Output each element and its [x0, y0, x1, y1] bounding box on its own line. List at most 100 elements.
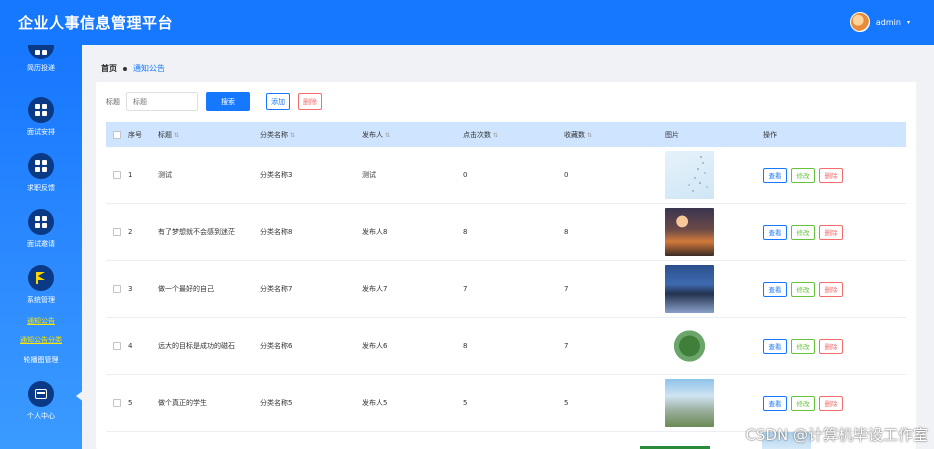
header-category[interactable]: 分类名称 ⇅	[260, 130, 362, 140]
user-menu[interactable]: admin ▾	[849, 12, 910, 32]
header-favorites[interactable]: 收藏数 ⇅	[564, 130, 665, 140]
header-title[interactable]: 标题 ⇅	[158, 130, 260, 140]
cell-clicks: 7	[463, 285, 468, 293]
view-button[interactable]: 查看	[763, 167, 787, 183]
sort-icon: ⇅	[587, 131, 593, 139]
search-input[interactable]	[126, 92, 198, 111]
cell-category: 分类名称7	[260, 285, 293, 293]
flag-icon	[28, 265, 54, 291]
sidebar-item-label: 系统管理	[27, 296, 55, 304]
delete-button[interactable]: 删除	[819, 338, 843, 354]
header-image: 图片	[665, 130, 679, 139]
sidebar-item-label: 简历投递	[27, 64, 55, 72]
row-checkbox[interactable]	[113, 399, 121, 407]
breadcrumb: 首页 通知公告	[101, 63, 165, 74]
search-toolbar: 标题 搜索 添加 删除	[106, 92, 322, 111]
submenu-item-notice-category[interactable]: 通知公告分类	[0, 335, 82, 345]
add-button[interactable]: 添加	[266, 93, 290, 110]
cell-title: 有了梦想就不会感到迷茫	[158, 228, 235, 236]
view-button[interactable]: 查看	[763, 224, 787, 240]
sidebar-item-interview-schedule[interactable]: 面试安排	[0, 97, 82, 137]
app-title: 企业人事信息管理平台	[18, 14, 174, 32]
cell-index: 4	[128, 342, 133, 350]
cell-index: 1	[128, 171, 133, 179]
cell-favorites: 8	[564, 228, 569, 236]
table-row: 4 远大的目标是成功的磁石 分类名称6 发布人6 8 7 查看 修改 删除	[106, 318, 906, 375]
username[interactable]: admin	[876, 18, 901, 27]
delete-button[interactable]: 删除	[819, 395, 843, 411]
sidebar-item-system[interactable]: 系统管理	[0, 265, 82, 305]
edit-button[interactable]: 修改	[791, 281, 815, 297]
row-checkbox[interactable]	[113, 342, 121, 350]
grid-icon	[28, 97, 54, 123]
submenu-item-carousel[interactable]: 轮播图管理	[0, 355, 82, 365]
sidebar-item-label: 个人中心	[27, 412, 55, 420]
sort-icon: ⇅	[174, 131, 180, 139]
table-row: 3 做一个最好的自己 分类名称7 发布人7 7 7 查看 修改 删除	[106, 261, 906, 318]
select-all-checkbox[interactable]	[113, 130, 121, 139]
header-index: 序号	[128, 130, 142, 139]
cell-favorites: 7	[564, 285, 569, 293]
cell-category: 分类名称5	[260, 399, 293, 407]
sidebar-item-invitation[interactable]: 面试邀请	[0, 209, 82, 249]
row-checkbox[interactable]	[113, 171, 121, 179]
view-button[interactable]: 查看	[763, 338, 787, 354]
cell-category: 分类名称3	[260, 171, 293, 179]
avatar[interactable]	[849, 12, 870, 32]
chevron-down-icon[interactable]: ▾	[907, 19, 910, 26]
breadcrumb-current: 通知公告	[133, 64, 165, 73]
edit-button[interactable]: 修改	[791, 167, 815, 183]
sidebar-item-label: 面试安排	[27, 128, 55, 136]
cell-publisher: 发布人5	[362, 399, 388, 407]
cell-category: 分类名称6	[260, 342, 293, 350]
cell-publisher: 发布人7	[362, 285, 388, 293]
building-image	[665, 379, 714, 427]
cell-title: 做个真正的学生	[158, 399, 207, 407]
cell-favorites: 0	[564, 171, 569, 179]
view-button[interactable]: 查看	[763, 281, 787, 297]
grid-icon	[28, 209, 54, 235]
search-button[interactable]: 搜索	[206, 92, 250, 111]
sort-icon: ⇅	[290, 131, 296, 139]
sidebar-item-feedback[interactable]: 求职反馈	[0, 153, 82, 193]
cell-title: 远大的目标是成功的磁石	[158, 342, 235, 350]
delete-button[interactable]: 删除	[819, 281, 843, 297]
sidebar-item-label: 面试邀请	[27, 240, 55, 248]
sidebar-item-profile[interactable]: 个人中心	[0, 381, 82, 421]
edit-button[interactable]: 修改	[791, 395, 815, 411]
wallet-icon	[28, 381, 54, 407]
cell-publisher: 发布人8	[362, 228, 388, 236]
table-row: 2 有了梦想就不会感到迷茫 分类名称8 发布人8 8 8 查看 修改 删除	[106, 204, 906, 261]
grid-icon	[28, 153, 54, 179]
grid-icon	[28, 45, 54, 59]
cell-index: 3	[128, 285, 133, 293]
cell-category: 分类名称8	[260, 228, 293, 236]
edit-button[interactable]: 修改	[791, 338, 815, 354]
header-publisher[interactable]: 发布人 ⇅	[362, 130, 463, 140]
globe-image	[665, 322, 714, 370]
cell-title: 测试	[158, 171, 172, 179]
cell-clicks: 8	[463, 228, 468, 236]
header-clicks[interactable]: 点击次数 ⇅	[463, 130, 564, 140]
cell-clicks: 8	[463, 342, 468, 350]
breadcrumb-home[interactable]: 首页	[101, 63, 117, 74]
top-navbar: 企业人事信息管理平台 admin ▾	[0, 0, 934, 45]
header-actions: 操作	[763, 130, 777, 139]
submenu-item-notice[interactable]: 通知公告	[0, 316, 82, 326]
batch-delete-button[interactable]: 删除	[298, 93, 322, 110]
cell-favorites: 5	[564, 399, 569, 407]
city-night-image	[665, 208, 714, 256]
edit-button[interactable]: 修改	[791, 224, 815, 240]
table-header: 序号 标题 ⇅ 分类名称 ⇅ 发布人 ⇅ 点击次数 ⇅ 收藏数 ⇅ 图片 操作	[106, 122, 906, 147]
sidebar: 简历投递 面试安排 求职反馈 面试邀请 系统管理 通知公告 通知公告分类 轮播图…	[0, 45, 82, 449]
view-button[interactable]: 查看	[763, 395, 787, 411]
delete-button[interactable]: 删除	[819, 224, 843, 240]
content-panel: 标题 搜索 添加 删除 序号 标题⇅ 分类名称⇅ 发布人⇅ 点击次数⇅ 收藏数⇅…	[96, 82, 916, 449]
row-checkbox[interactable]	[113, 285, 121, 293]
sidebar-item-label: 求职反馈	[27, 184, 55, 192]
sidebar-item-resume[interactable]: 简历投递	[0, 45, 82, 73]
cell-publisher: 测试	[362, 171, 376, 179]
cell-publisher: 发布人6	[362, 342, 388, 350]
row-checkbox[interactable]	[113, 228, 121, 236]
delete-button[interactable]: 删除	[819, 167, 843, 183]
